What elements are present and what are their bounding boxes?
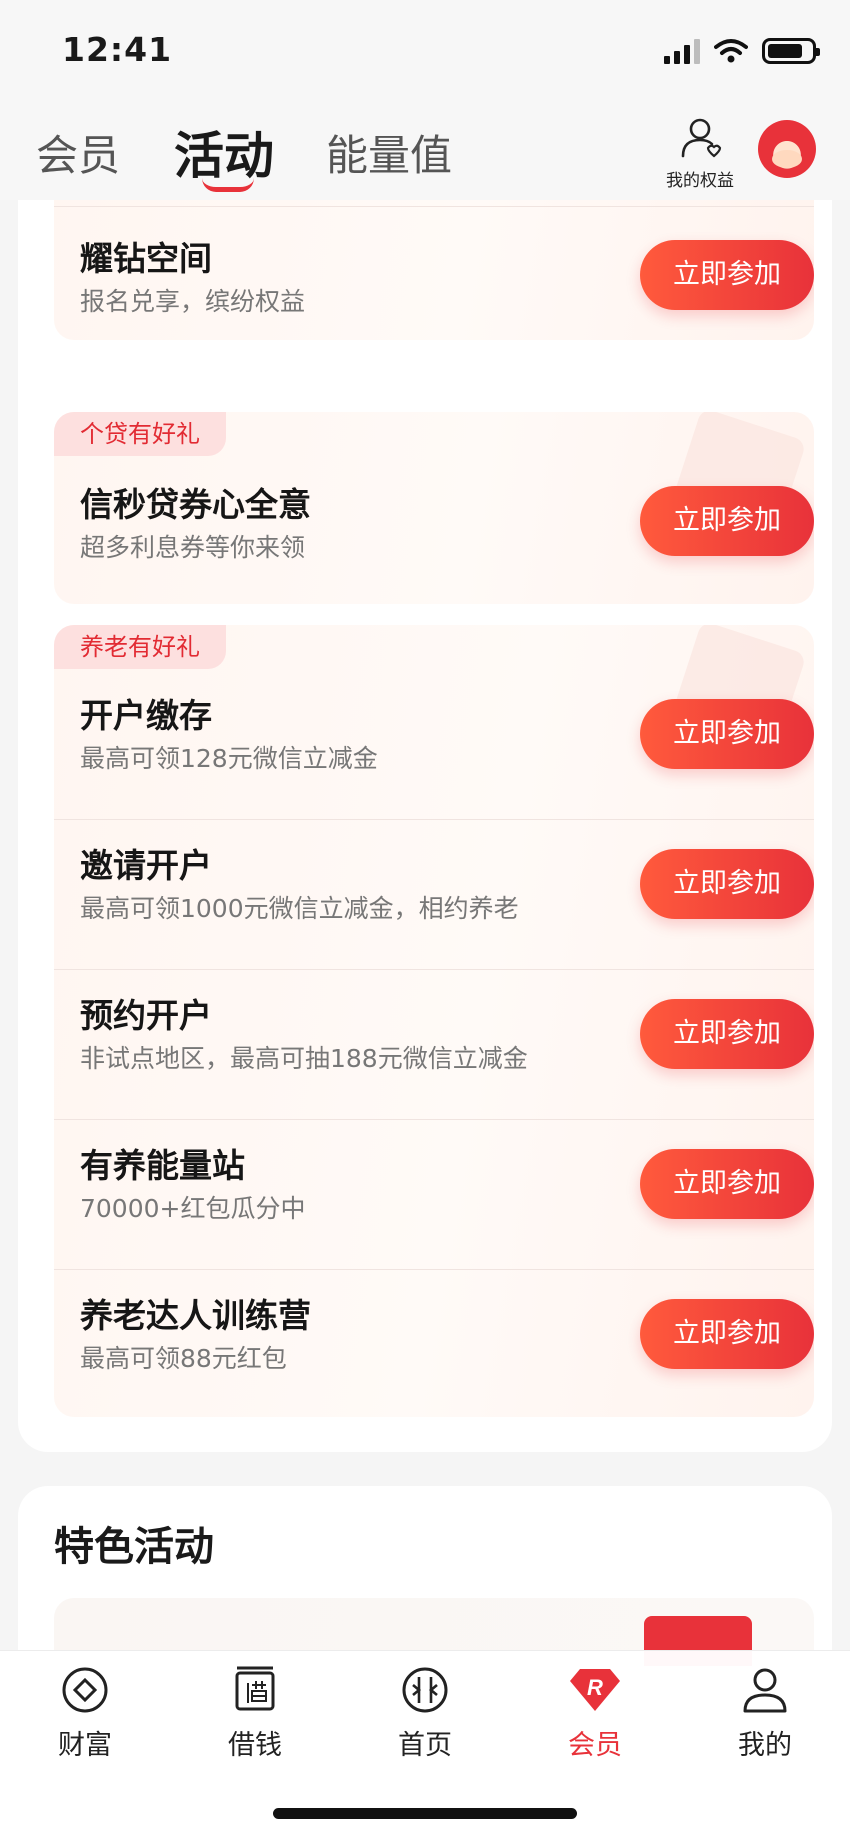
svg-text:R: R [587,1675,603,1700]
tab-energy[interactable]: 能量值 [326,122,452,183]
item-description: 非试点地区，最高可抽188元微信立减金 [80,1044,528,1073]
item-title: 养老达人训练营 [80,1296,311,1335]
tab-activity[interactable]: 活动 [174,116,274,192]
list-item[interactable]: 养老达人训练营 最高可领88元红包 立即参加 [54,1269,814,1417]
item-title: 信秒贷券心全意 [80,485,311,524]
my-rights-button[interactable]: 我的权益 [650,116,750,191]
join-button[interactable]: 立即参加 [640,849,814,919]
item-title: 耀钻空间 [80,239,212,278]
item-title: 邀请开户 [80,846,212,885]
join-button[interactable]: 立即参加 [640,486,814,556]
item-description: 最高可领88元红包 [80,1344,287,1373]
nav-item-home[interactable]: 首页 [365,1665,485,1762]
my-rights-label: 我的权益 [666,171,734,191]
tab-activity-label: 活动 [174,127,274,185]
item-description: 报名兑享，缤纷权益 [80,287,306,316]
nav-label: 会员 [568,1730,622,1761]
wifi-icon [714,39,748,63]
nav-item-wealth[interactable]: 财富 [25,1665,145,1762]
nav-label: 财富 [58,1730,112,1761]
join-button[interactable]: 立即参加 [640,240,814,310]
list-item[interactable]: 信秒贷券心全意 超多利息券等你来领 立即参加 [54,456,814,604]
section-pension: 养老有好礼 开户缴存 最高可领128元微信立减金 立即参加 邀请开户 最高可领1… [54,625,814,1417]
item-description: 最高可领1000元微信立减金，相约养老 [80,894,519,923]
borrow-icon [235,1666,275,1711]
section-tag: 个贷有好礼 [54,412,226,456]
member-icon: R [570,1669,620,1711]
list-item[interactable]: 开户缴存 最高可领128元微信立减金 立即参加 [54,669,814,819]
top-tab-bar: 会员 活动 能量值 我的权益 [0,100,850,200]
user-heart-icon [681,118,722,158]
section-personal-loan: 个贷有好礼 信秒贷券心全意 超多利息券等你来领 立即参加 [54,412,814,604]
nav-item-member[interactable]: R 会员 [535,1665,655,1762]
status-time: 12:41 [62,30,173,69]
nav-item-profile[interactable]: 我的 [705,1665,825,1762]
home-icon [402,1667,448,1713]
nav-label: 首页 [398,1730,452,1761]
list-item[interactable]: 预约开户 非试点地区，最高可抽188元微信立减金 立即参加 [54,969,814,1119]
item-title: 有养能量站 [80,1146,245,1185]
profile-icon [743,1668,787,1713]
item-title: 预约开户 [80,996,212,1035]
active-tab-indicator [202,178,254,192]
home-indicator [273,1808,577,1819]
list-item[interactable]: 邀请开户 最高可领1000元微信立减金，相约养老 立即参加 [54,819,814,969]
list-item[interactable]: 耀钻空间 报名兑享，缤纷权益 立即参加 [54,206,814,340]
item-description: 超多利息券等你来领 [80,533,306,562]
join-button[interactable]: 立即参加 [640,699,814,769]
join-button[interactable]: 立即参加 [640,1149,814,1219]
battery-icon [762,38,820,64]
item-description: 最高可领128元微信立减金 [80,744,378,773]
section-tag: 养老有好礼 [54,625,226,669]
tab-member[interactable]: 会员 [36,122,120,183]
activity-list-card: 耀钻空间 报名兑享，缤纷权益 立即参加 个贷有好礼 信秒贷券心全意 超多利息券等… [18,110,832,1452]
nav-label: 借钱 [228,1730,282,1761]
status-bar: 12:41 [0,0,850,100]
signal-icon [664,38,700,64]
status-icons [664,38,820,64]
nav-item-borrow[interactable]: 借钱 [195,1665,315,1762]
join-button[interactable]: 立即参加 [640,1299,814,1369]
list-item[interactable]: 有养能量站 70000+红包瓜分中 立即参加 [54,1119,814,1269]
nav-label: 我的 [738,1730,792,1761]
featured-title: 特色活动 [54,1524,214,1570]
item-title: 开户缴存 [80,696,212,735]
join-button[interactable]: 立即参加 [640,999,814,1069]
wealth-icon [62,1667,108,1713]
avatar[interactable] [758,120,816,178]
item-description: 70000+红包瓜分中 [80,1194,306,1223]
